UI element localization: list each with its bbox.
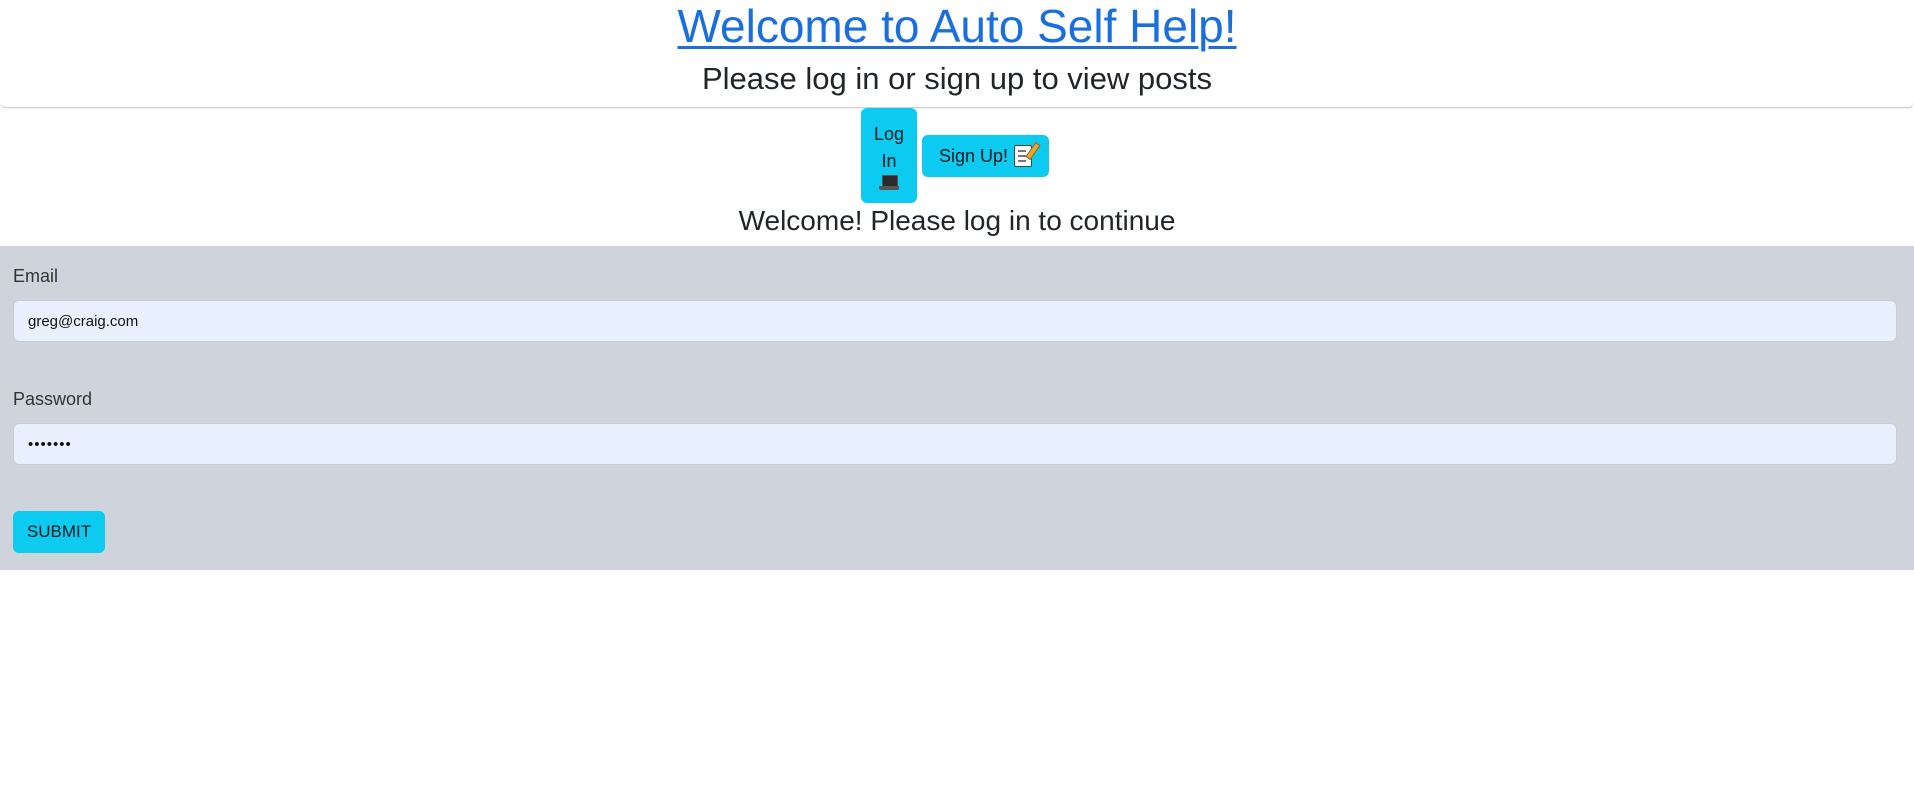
log-in-label-line2: In [881, 150, 897, 171]
page-subtitle: Please log in or sign up to view posts [701, 61, 1213, 96]
site-header: Welcome to Auto Self Help! Please log in… [0, 0, 1914, 108]
site-title: Welcome to Auto Self Help! [0, 0, 1914, 54]
welcome-heading: Welcome! Please log in to continue [738, 205, 1176, 236]
memo-icon [1014, 145, 1033, 167]
password-label: Password [13, 389, 93, 409]
email-field[interactable] [13, 300, 1897, 342]
email-label: Email [13, 266, 59, 286]
auth-nav: Log In Sign Up! [0, 108, 1914, 204]
log-in-label-line1: Log [873, 123, 905, 144]
sign-up-label: Sign Up! [938, 145, 1009, 166]
site-title-link[interactable]: Welcome to Auto Self Help! [677, 0, 1236, 52]
log-in-button[interactable]: Log In [861, 108, 917, 203]
laptop-icon [879, 174, 899, 191]
login-form: Email Password SUBMIT [0, 246, 1914, 570]
sign-up-button[interactable]: Sign Up! [922, 135, 1049, 177]
submit-button[interactable]: SUBMIT [13, 511, 105, 553]
password-field[interactable] [13, 423, 1897, 465]
